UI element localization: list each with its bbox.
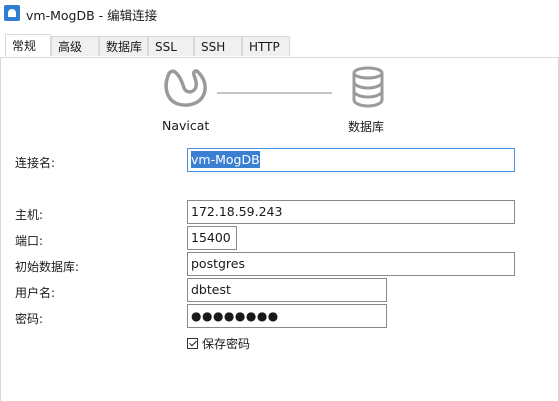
initial-database-label: 初始数据库: (15, 260, 80, 274)
password-label: 密码: (15, 312, 44, 326)
tab-general[interactable]: 常规 (5, 34, 51, 57)
tab-bar: 常规 高级 数据库 SSL SSH HTTP (0, 34, 559, 58)
diagram-label-navicat: Navicat (162, 118, 210, 133)
connection-name-value: vm-MogDB (191, 151, 260, 168)
save-password-row[interactable]: 保存密码 (187, 335, 250, 352)
tab-ssl[interactable]: SSL (148, 36, 194, 56)
save-password-label: 保存密码 (202, 337, 251, 351)
host-input[interactable]: 172.18.59.243 (187, 200, 515, 224)
app-icon (4, 5, 20, 21)
host-label: 主机: (15, 208, 44, 222)
username-label: 用户名: (15, 286, 56, 300)
connection-line (217, 92, 332, 94)
tab-advanced[interactable]: 高级 (51, 36, 99, 56)
tab-http[interactable]: HTTP (242, 36, 290, 56)
connection-name-input[interactable]: vm-MogDB (187, 148, 515, 172)
port-input[interactable]: 15400 (187, 226, 237, 250)
database-icon (352, 66, 384, 108)
panel-left-border (0, 57, 1, 401)
port-label: 端口: (15, 234, 44, 248)
title-bar: vm-MogDB - 编辑连接 (0, 0, 559, 26)
tab-ssh[interactable]: SSH (194, 36, 242, 56)
window-title: vm-MogDB - 编辑连接 (26, 8, 158, 23)
save-password-checkbox[interactable] (187, 338, 198, 349)
initial-database-input[interactable]: postgres (187, 252, 515, 276)
connection-name-label: 连接名: (15, 156, 56, 170)
tab-database[interactable]: 数据库 (99, 36, 148, 56)
diagram-label-database: 数据库 (348, 120, 385, 134)
username-input[interactable]: dbtest (187, 278, 387, 302)
navicat-icon (164, 69, 207, 107)
password-input[interactable]: ●●●●●●●● (187, 304, 387, 328)
